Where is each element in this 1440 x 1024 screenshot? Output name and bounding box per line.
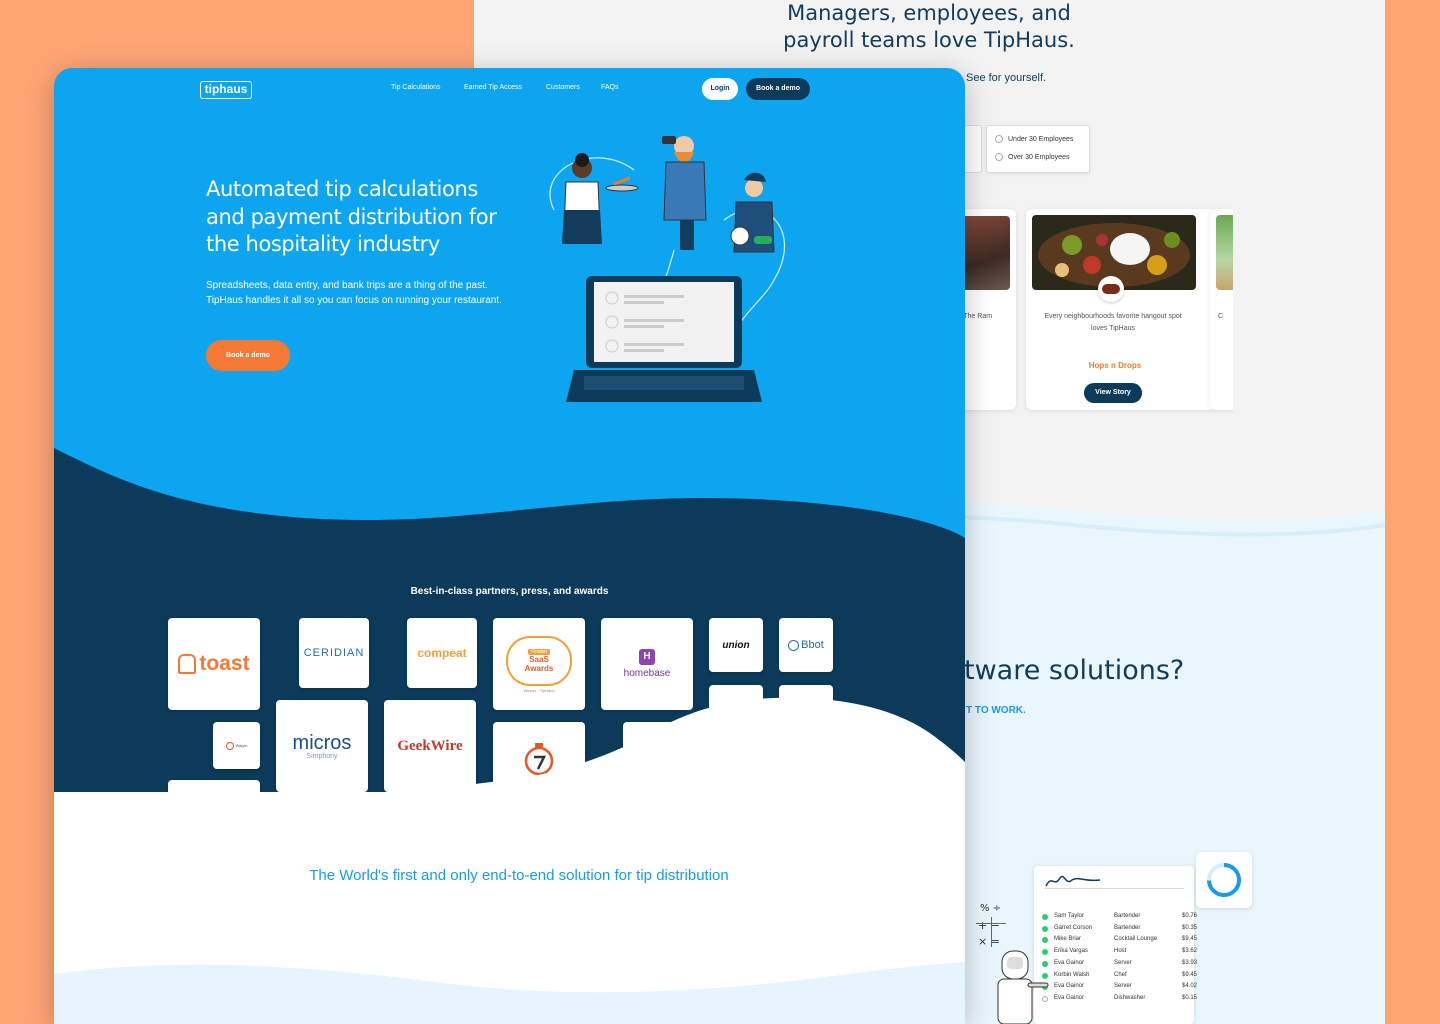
carousel-fade	[1233, 200, 1385, 420]
back-section-title: Managers, employees, and payroll teams l…	[783, 1, 1075, 52]
tip-table-row: Eva Gainor Server $3.93	[1042, 959, 1197, 970]
software-solutions-heading: tware solutions?	[964, 655, 1185, 686]
toast-icon	[178, 654, 197, 674]
hero-title: Automated tip calculations and payment d…	[206, 177, 497, 256]
nav-faqs[interactable]: FAQs	[601, 84, 619, 91]
tip-table-amount: $9.45	[1182, 971, 1198, 978]
tip-table-name: Eva Gainor	[1054, 959, 1085, 966]
view-story-button[interactable]: View Story	[1084, 383, 1142, 403]
union-logo-tile: union	[709, 618, 763, 672]
tip-table-name: Korbin Walsh	[1054, 971, 1090, 978]
radio-icon[interactable]	[995, 135, 1003, 143]
tip-table-name: Mike Briar	[1054, 936, 1082, 943]
tip-table-amount: $3.62	[1182, 948, 1198, 955]
tip-table-name: Sam Taylor	[1054, 913, 1084, 919]
tip-table-role: Bartender	[1114, 913, 1141, 919]
tip-table-row: Erika Vargas Host $3.62	[1042, 947, 1197, 958]
tip-table-amount: $4.02	[1182, 983, 1198, 990]
nav-customers[interactable]: Customers	[546, 84, 580, 91]
robot-calculator-illustration: % ÷ + − × =	[976, 903, 1049, 1024]
tip-table-role: Bartender	[1114, 924, 1141, 931]
progress-card	[1196, 852, 1252, 908]
hospitality-staff-laptop-illustration	[549, 136, 786, 402]
tip-table-amount: $0.35	[1182, 924, 1198, 931]
tip-table-card: Sam Taylor Bartender $0.76 Garret Corson Bar…	[1034, 866, 1197, 1024]
partners-title: Best-in-class partners, press, and award…	[410, 586, 609, 597]
tip-table-name: Eva Gainor	[1054, 994, 1085, 1001]
radio-icon[interactable]	[995, 153, 1003, 161]
option-over-30[interactable]: Over 30 Employees	[987, 148, 1089, 166]
book-demo-button-hero[interactable]: Book a demo	[206, 340, 290, 371]
hero-description: Spreadsheets, data entry, and bank trips…	[206, 280, 502, 306]
tip-table-name: Garret Corson	[1054, 924, 1093, 931]
footer-tagline: The World's first and only end-to-end so…	[309, 867, 729, 884]
svg-text:× =: × =	[978, 935, 1000, 948]
tip-table-row: Eva Gainor Dishwasher $0.15	[1042, 994, 1197, 1005]
tip-table-role: Cocktail Lounge	[1114, 936, 1158, 943]
tip-table-row: Eva Gainor Server $4.02	[1042, 982, 1197, 993]
story-text: Every neighbourhoods favorite hangout sp…	[1044, 313, 1182, 332]
story-card-center[interactable]: Every neighbourhoods favorite hangout sp…	[1026, 209, 1216, 410]
tip-table-row: Garret Corson Bartender $0.35	[1042, 924, 1197, 935]
front-page: tiphaus Tip Calculations Earned Tip Acce…	[54, 68, 965, 1024]
tip-table-role: Chef	[1114, 971, 1127, 978]
tip-table-row: Sam Taylor Bartender $0.76	[1042, 912, 1197, 923]
ceridian-logo-tile: CERIDIAN	[299, 618, 369, 688]
tip-table-role: Server	[1114, 983, 1132, 990]
homebase-icon: H	[639, 649, 655, 665]
tip-table-role: Dishwasher	[1114, 994, 1146, 1001]
option-under-30[interactable]: Under 30 Employees	[987, 130, 1089, 148]
bbot-icon	[788, 639, 800, 651]
tip-table-amount: $3.93	[1182, 959, 1198, 966]
tip-table-row: Korbin Walsh Chef $9.45	[1042, 971, 1197, 982]
restaurant-logo	[1098, 276, 1124, 302]
restaurant-name: Hops n Drops	[1088, 361, 1142, 370]
get-to-work-link[interactable]: T TO WORK.	[966, 705, 1026, 716]
divider	[1044, 888, 1184, 889]
tip-table-name: Erika Vargas	[1054, 948, 1088, 955]
svg-text:+ −: + −	[978, 919, 1000, 932]
progress-ring-icon	[1207, 863, 1241, 897]
bbot-logo-tile: Bbot	[779, 618, 833, 672]
white-cloud-bg	[54, 697, 965, 1024]
tip-table-name: Eva Gainor	[1054, 983, 1085, 990]
nav-tip-calculations[interactable]: Tip Calculations	[391, 84, 441, 91]
story-text: in The Ram	[956, 313, 993, 320]
tip-table-amount: $0.76	[1182, 913, 1198, 919]
tip-table-amount: $9.45	[1182, 936, 1198, 943]
svg-text:% ÷: % ÷	[980, 903, 1001, 914]
tip-table-role: Server	[1114, 959, 1132, 966]
employee-count-selector[interactable]: Under 30 Employees Over 30 Employees	[986, 125, 1090, 173]
tip-table-role: Host	[1114, 948, 1127, 955]
tiphaus-logo[interactable]: tiphaus	[200, 81, 252, 99]
see-for-yourself-text: See for yourself.	[966, 72, 1047, 84]
tip-table-row: Mike Briar Cocktail Lounge $9.45	[1042, 935, 1197, 946]
saas-cloud-icon: Finalist SaaS Awards	[506, 635, 572, 686]
tip-table-amount: $0.15	[1182, 994, 1198, 1001]
nav-earned-tip-access[interactable]: Earned Tip Access	[464, 84, 522, 91]
login-button[interactable]: Login	[702, 78, 738, 100]
compeat-logo-tile: compeat	[407, 618, 477, 688]
book-demo-button-header[interactable]: Book a demo	[746, 78, 810, 100]
